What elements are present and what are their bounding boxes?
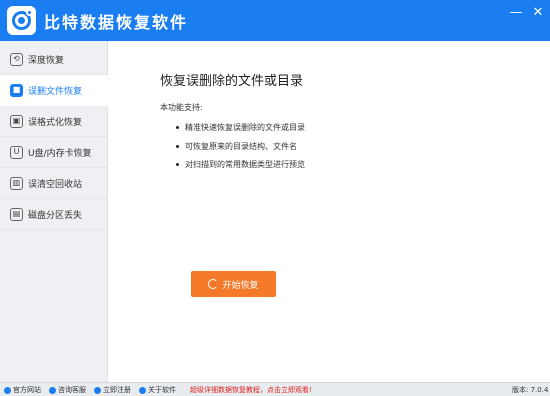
sidebar-item-label: 深度恢复 — [28, 55, 65, 66]
tutorial-promo-link[interactable]: 超级详细数据恢复教程，点击立即观看! — [190, 385, 312, 395]
minimize-button[interactable]: — — [508, 6, 524, 20]
sidebar-item-label: 磁盘分区丢失 — [28, 210, 83, 221]
title-bar: 比特数据恢复软件 — ✕ — [0, 0, 550, 41]
register-icon — [94, 386, 101, 394]
app-logo-icon — [7, 6, 36, 35]
page-title: 恢复误删除的文件或目录 — [160, 74, 304, 89]
footer-link-label: 立即注册 — [103, 386, 131, 394]
bullet-icon — [176, 163, 179, 166]
sidebar: ⟲ 深度恢复 ■ 误删文件恢复 ▣ 误格式化恢复 U U盘/内存卡恢复 ▥ 误清… — [0, 41, 108, 382]
feature-text: 可恢复原来的目录结构、文件名 — [185, 142, 297, 151]
start-recovery-button[interactable]: 开始恢复 — [191, 271, 276, 297]
footer-link-register[interactable]: 立即注册 — [94, 385, 131, 395]
close-button[interactable]: ✕ — [530, 6, 546, 20]
feature-text: 对扫描到的常用数据类型进行预览 — [185, 160, 305, 169]
main-panel: 恢复误删除的文件或目录 本功能支持: 精准快速恢复误删除的文件或目录 可恢复原来… — [108, 41, 550, 382]
disk-icon: ▤ — [10, 207, 23, 221]
sidebar-item-usb-card-recovery[interactable]: U U盘/内存卡恢复 — [0, 137, 108, 168]
chat-icon — [49, 386, 56, 394]
features-heading: 本功能支持: — [160, 103, 203, 112]
sidebar-item-label: 误格式化恢复 — [28, 117, 83, 128]
feature-item: 对扫描到的常用数据类型进行预览 — [176, 159, 305, 170]
bullet-icon — [176, 145, 179, 148]
feature-item: 可恢复原来的目录结构、文件名 — [176, 141, 297, 152]
info-icon — [139, 386, 146, 394]
footer-link-customer-service[interactable]: 咨询客服 — [49, 385, 86, 395]
format-icon: ▣ — [10, 114, 23, 128]
refresh-icon: ⟲ — [10, 52, 23, 66]
sidebar-item-deep-recovery[interactable]: ⟲ 深度恢复 — [0, 44, 108, 75]
sidebar-item-partition-recovery[interactable]: ▤ 磁盘分区丢失 — [0, 199, 108, 230]
bullet-icon — [176, 126, 179, 129]
sidebar-item-label: 误删文件恢复 — [28, 86, 83, 97]
footer-link-label: 关于软件 — [148, 386, 176, 394]
sidebar-item-recycle-bin-recovery[interactable]: ▥ 误清空回收站 — [0, 168, 108, 199]
usb-icon: U — [10, 145, 23, 159]
footer-link-label: 官方网站 — [13, 386, 41, 394]
sidebar-item-label: U盘/内存卡恢复 — [28, 148, 92, 159]
app-title: 比特数据恢复软件 — [44, 13, 189, 32]
footer-link-label: 咨询客服 — [58, 386, 86, 394]
status-bar: 官方网站 咨询客服 立即注册 关于软件 超级详细数据恢复教程，点击立即观看! 版… — [0, 382, 550, 396]
feature-item: 精准快速恢复误删除的文件或目录 — [176, 122, 305, 133]
trash-icon: ▥ — [10, 176, 23, 190]
home-icon — [4, 386, 11, 394]
version-label: 版本: 7.0.4 — [512, 386, 549, 394]
footer-link-official-site[interactable]: 官方网站 — [4, 385, 41, 395]
footer-link-about[interactable]: 关于软件 — [139, 385, 176, 395]
sidebar-item-label: 误清空回收站 — [28, 179, 83, 190]
start-recovery-label: 开始恢复 — [222, 280, 259, 291]
sidebar-item-deleted-file-recovery[interactable]: ■ 误删文件恢复 — [0, 75, 108, 106]
feature-text: 精准快速恢复误删除的文件或目录 — [185, 123, 305, 132]
folder-icon: ■ — [10, 83, 23, 97]
recovery-icon — [208, 279, 219, 289]
sidebar-item-format-recovery[interactable]: ▣ 误格式化恢复 — [0, 106, 108, 137]
